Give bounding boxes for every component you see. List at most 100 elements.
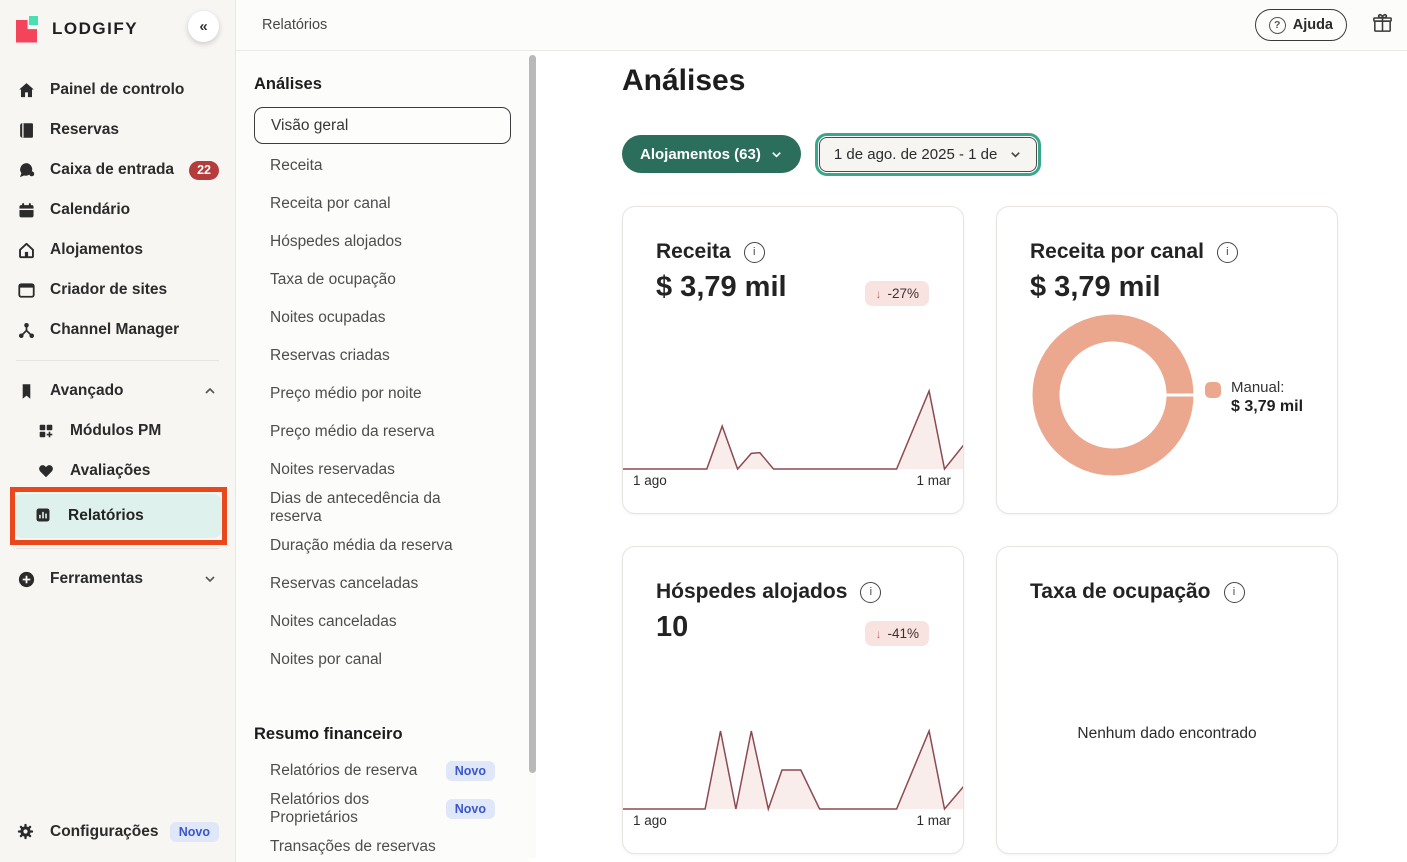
sidebar-item-calendario[interactable]: Calendário <box>0 190 235 230</box>
sidebar-item-avaliacoes[interactable]: Avaliações <box>0 451 235 491</box>
reports-subnav: Análises Visão geral Receita Receita por… <box>236 51 529 862</box>
subnav-item-transacoes-de-reservas[interactable]: Transações de reservas <box>236 828 529 862</box>
subnav-item-noites-canceladas[interactable]: Noites canceladas <box>236 603 529 641</box>
calendar-icon <box>16 200 36 220</box>
subnav-item-reservas-criadas[interactable]: Reservas criadas <box>236 337 529 375</box>
subnav-item-relatorios-dos-proprietarios[interactable]: Relatórios dos Proprietários Novo <box>236 790 529 828</box>
modules-icon <box>36 421 56 441</box>
subnav-item-duracao-media[interactable]: Duração média da reserva <box>236 527 529 565</box>
sidebar-item-label: Módulos PM <box>70 422 161 440</box>
sidebar-item-criador-de-sites[interactable]: Criador de sites <box>0 270 235 310</box>
gift-icon[interactable] <box>1371 12 1394 35</box>
sidebar-item-label: Reservas <box>50 121 119 139</box>
card-title: Hóspedes alojados <box>656 580 847 604</box>
sidebar-item-label: Painel de controlo <box>50 81 184 99</box>
inbox-count-badge: 22 <box>189 161 219 180</box>
sidebar-collapse-button[interactable]: « <box>188 11 219 42</box>
sidebar-divider <box>16 360 219 361</box>
properties-filter-label: Alojamentos (63) <box>640 146 761 163</box>
subnav-item-label: Relatórios de reserva <box>270 762 417 780</box>
sidebar-item-avancado[interactable]: Avançado <box>0 371 235 411</box>
subnav-item-label: Transações de reservas <box>270 838 436 856</box>
subnav-item-label: Reservas canceladas <box>270 575 418 593</box>
subnav-item-dias-de-antecedencia[interactable]: Dias de antecedência da reserva <box>236 489 529 527</box>
delta-badge: ↓ -27% <box>865 281 929 306</box>
subnav-item-receita-por-canal[interactable]: Receita por canal <box>236 185 529 223</box>
subnav-item-visao-geral[interactable]: Visão geral <box>254 107 511 144</box>
x-axis-start-label: 1 ago <box>633 813 667 828</box>
sidebar-item-channel-manager[interactable]: Channel Manager <box>0 310 235 350</box>
subnav-item-noites-por-canal[interactable]: Noites por canal <box>236 641 529 679</box>
subnav-item-label: Dias de antecedência da reserva <box>270 490 495 526</box>
novo-badge: Novo <box>170 822 219 842</box>
card-receita-por-canal: Receita por canal i $ 3,79 mil Manual: $… <box>996 206 1338 514</box>
info-icon[interactable]: i <box>1217 242 1238 263</box>
plus-circle-icon <box>16 569 36 589</box>
info-icon[interactable]: i <box>1224 582 1245 603</box>
sidebar-item-reservas[interactable]: Reservas <box>0 110 235 150</box>
subnav-item-label: Relatórios dos Proprietários <box>270 791 446 827</box>
sidebar-item-label: Configurações <box>50 823 159 841</box>
subnav-section-title: Análises <box>254 75 529 94</box>
breadcrumb: Relatórios <box>262 17 327 33</box>
lodgify-logo-icon <box>16 16 42 43</box>
brand-name: LODGIFY <box>52 19 138 39</box>
sidebar-item-label: Calendário <box>50 201 130 219</box>
subnav-item-label: Noites ocupadas <box>270 309 385 327</box>
main-content: Análises Alojamentos (63) 1 de ago. de 2… <box>537 51 1407 862</box>
home-icon <box>16 80 36 100</box>
properties-filter-dropdown[interactable]: Alojamentos (63) <box>622 135 801 173</box>
info-icon[interactable]: i <box>744 242 765 263</box>
sidebar-item-alojamentos[interactable]: Alojamentos <box>0 230 235 270</box>
hospedes-sparkline-chart <box>623 721 964 817</box>
card-taxa-de-ocupacao: Taxa de ocupação i Nenhum dado encontrad… <box>996 546 1338 854</box>
sidebar-item-label: Ferramentas <box>50 570 143 588</box>
subnav-item-taxa-de-ocupacao[interactable]: Taxa de ocupação <box>236 261 529 299</box>
subnav-item-receita[interactable]: Receita <box>236 147 529 185</box>
subnav-item-label: Visão geral <box>271 117 348 135</box>
donut-legend: Manual: $ 3,79 mil <box>1205 379 1303 416</box>
subnav-item-label: Noites por canal <box>270 651 382 669</box>
sidebar-item-ferramentas[interactable]: Ferramentas <box>0 559 235 599</box>
subnav-item-preco-medio-por-noite[interactable]: Preço médio por noite <box>236 375 529 413</box>
sidebar-item-label: Caixa de entrada <box>50 161 174 179</box>
legend-label: Manual: <box>1231 379 1303 396</box>
card-title: Taxa de ocupação <box>1030 580 1211 604</box>
subnav-item-noites-reservadas[interactable]: Noites reservadas <box>236 451 529 489</box>
subnav-item-label: Noites reservadas <box>270 461 395 479</box>
date-range-value: 1 de ago. de 2025 - 1 de <box>834 146 997 163</box>
sidebar-item-caixa-de-entrada[interactable]: Caixa de entrada 22 <box>0 150 235 190</box>
reports-icon <box>34 506 54 526</box>
sidebar-item-painel[interactable]: Painel de controlo <box>0 70 235 110</box>
scrollbar-thumb[interactable] <box>529 55 536 773</box>
chat-icon <box>16 160 36 180</box>
sidebar-item-label: Criador de sites <box>50 281 167 299</box>
x-axis-end-label: 1 mar <box>916 813 951 828</box>
subnav-item-reservas-canceladas[interactable]: Reservas canceladas <box>236 565 529 603</box>
subnav-item-preco-medio-da-reserva[interactable]: Preço médio da reserva <box>236 413 529 451</box>
info-icon[interactable]: i <box>860 582 881 603</box>
chevron-up-icon <box>203 384 217 398</box>
subnav-item-hospedes-alojados[interactable]: Hóspedes alojados <box>236 223 529 261</box>
chevron-down-icon <box>203 572 217 586</box>
card-title: Receita <box>656 240 731 264</box>
card-hospedes-alojados: Hóspedes alojados i 10 ↓ -41% 1 ago 1 ma… <box>622 546 964 854</box>
subnav-item-label: Noites canceladas <box>270 613 397 631</box>
subnav-item-noites-ocupadas[interactable]: Noites ocupadas <box>236 299 529 337</box>
card-value: $ 3,79 mil <box>1030 271 1161 304</box>
main-sidebar: LODGIFY « Painel de controlo Reservas Ca… <box>0 0 236 862</box>
help-button[interactable]: ? Ajuda <box>1255 9 1347 41</box>
subnav-scrollbar[interactable] <box>529 55 536 858</box>
heart-icon <box>36 461 56 481</box>
subnav-item-relatorios-de-reserva[interactable]: Relatórios de reserva Novo <box>236 752 529 790</box>
sidebar-item-configuracoes[interactable]: Configurações Novo <box>0 812 235 852</box>
legend-value: $ 3,79 mil <box>1231 398 1303 416</box>
sidebar-item-relatorios[interactable]: Relatórios <box>12 494 223 538</box>
chevron-down-icon <box>1009 148 1022 161</box>
date-range-dropdown[interactable]: 1 de ago. de 2025 - 1 de <box>819 137 1037 172</box>
sidebar-item-modulos-pm[interactable]: Módulos PM <box>0 411 235 451</box>
page-title: Análises <box>622 64 745 98</box>
receita-sparkline-chart <box>623 381 964 477</box>
browser-icon <box>16 280 36 300</box>
delta-value: -41% <box>887 626 919 641</box>
